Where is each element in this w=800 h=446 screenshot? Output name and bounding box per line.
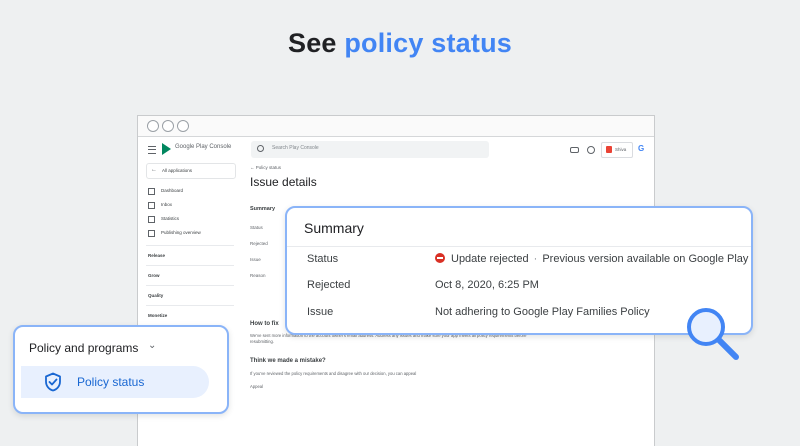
- statistics-icon: [148, 216, 155, 223]
- search-input[interactable]: Search Play Console: [251, 141, 489, 158]
- account-chip[interactable]: Shiva: [601, 142, 633, 158]
- issue-label: Issue: [307, 306, 334, 318]
- mini-summary-heading: Summary: [250, 206, 276, 212]
- sidebar-section-monetize[interactable]: Monetize: [148, 313, 167, 318]
- inbox-icon: [148, 202, 155, 209]
- sidebar-divider: [146, 305, 234, 306]
- rejected-value: Oct 8, 2020, 6:25 PM: [435, 279, 539, 291]
- play-logo-icon: [162, 143, 171, 155]
- hamburger-menu-icon[interactable]: [148, 146, 156, 154]
- page-title: Issue details: [250, 175, 317, 189]
- separator-dot: ·: [533, 253, 538, 265]
- dashboard-icon: [148, 188, 155, 195]
- window-control-minimize[interactable]: [162, 120, 174, 132]
- mini-label-status: Status: [250, 225, 263, 230]
- console-topbar: Google Play Console Search Play Console …: [138, 137, 654, 163]
- policy-and-programs-card: Policy and programs ⌄ Policy status: [13, 325, 229, 414]
- window-titlebar: [138, 116, 654, 137]
- mini-label-rejected: Rejected: [250, 241, 268, 246]
- rejected-label: Rejected: [307, 279, 351, 291]
- search-placeholder: Search Play Console: [272, 145, 319, 151]
- sidebar-item-label: Publishing overview: [161, 230, 201, 235]
- sidebar-item-label: Dashboard: [161, 188, 184, 193]
- window-control-maximize[interactable]: [177, 120, 189, 132]
- sidebar-divider: [146, 285, 234, 286]
- help-icon[interactable]: [587, 146, 595, 154]
- console-brand: Google Play Console: [175, 144, 232, 150]
- status-value: Update rejected · Previous version availab…: [435, 253, 748, 265]
- search-icon: [257, 145, 264, 152]
- sidebar-divider: [146, 265, 234, 266]
- sidebar-item-dashboard[interactable]: Dashboard: [148, 186, 233, 196]
- publishing-icon: [148, 230, 155, 237]
- sidebar-item-policy-status[interactable]: Policy status: [21, 366, 209, 398]
- status-text: Update rejected: [451, 253, 529, 265]
- breadcrumb-label: Policy status: [255, 165, 282, 170]
- chevron-down-icon[interactable]: ⌄: [148, 340, 156, 351]
- all-applications-button[interactable]: ← All applications: [146, 163, 236, 179]
- headline: See policy status: [0, 28, 800, 59]
- policy-programs-heading[interactable]: Policy and programs: [29, 341, 138, 355]
- sidebar-section-grow[interactable]: Grow: [148, 273, 160, 278]
- mini-label-issue: Issue: [250, 257, 261, 262]
- policy-status-label: Policy status: [77, 375, 145, 389]
- mistake-heading: Think we made a mistake?: [250, 358, 326, 364]
- status-extra: Previous version available on Google Pla…: [542, 253, 749, 265]
- back-arrow-icon: ←: [151, 167, 157, 173]
- account-name: Shiva: [615, 147, 627, 152]
- headline-accent: policy status: [344, 28, 512, 58]
- google-logo: G: [638, 144, 645, 153]
- sidebar-section-quality[interactable]: Quality: [148, 293, 163, 298]
- account-avatar-icon: [606, 146, 612, 153]
- issue-value: Not adhering to Google Play Families Pol…: [435, 306, 650, 318]
- status-label: Status: [307, 253, 339, 265]
- sidebar-item-statistics[interactable]: Statistics: [148, 214, 233, 224]
- window-control-close[interactable]: [147, 120, 159, 132]
- headline-prefix: See: [287, 28, 337, 58]
- all-applications-label: All applications: [162, 168, 193, 173]
- link-icon[interactable]: [570, 147, 579, 153]
- sidebar-item-label: Inbox: [161, 202, 173, 207]
- magnifier-icon: [687, 308, 739, 360]
- sidebar-divider: [146, 245, 234, 246]
- sidebar-item-publishing-overview[interactable]: Publishing overview: [148, 228, 233, 238]
- how-to-fix-heading: How to fix: [250, 321, 279, 327]
- summary-title: Summary: [304, 220, 364, 236]
- shield-check-icon: [45, 372, 61, 392]
- mini-label-reason: Reason: [250, 273, 266, 278]
- sidebar-item-label: Statistics: [161, 216, 180, 221]
- error-icon: [435, 253, 445, 263]
- appeal-link[interactable]: Appeal: [250, 384, 263, 389]
- sidebar-section-release[interactable]: Release: [148, 253, 165, 258]
- mistake-text: If you've reviewed the policy requiremen…: [250, 371, 417, 376]
- breadcrumb[interactable]: ← Policy status: [250, 165, 281, 170]
- sidebar-item-inbox[interactable]: Inbox: [148, 200, 233, 210]
- summary-divider: [287, 246, 751, 247]
